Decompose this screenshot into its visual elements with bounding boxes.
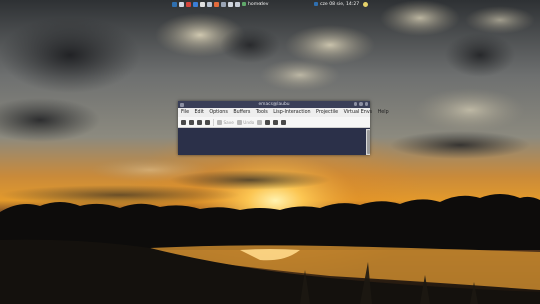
new-file-button[interactable]	[181, 119, 186, 125]
calendar-icon	[314, 2, 318, 6]
toolbar-divider	[213, 118, 214, 126]
workspace-dev[interactable]: dev	[260, 1, 268, 7]
save-button[interactable]: Save	[217, 119, 234, 125]
system-tray	[172, 0, 240, 8]
menu-options[interactable]: Options	[209, 110, 228, 115]
copy-icon	[265, 119, 271, 125]
workspace-home[interactable]: home	[242, 1, 261, 7]
clock-area: cze 08 sie, 14:27	[314, 1, 369, 7]
tray-app-icon[interactable]	[207, 1, 212, 7]
undo-icon	[236, 119, 242, 125]
window-menu-icon[interactable]	[180, 102, 184, 107]
window-titlebar[interactable]: emacs@laubu	[178, 101, 370, 108]
search-icon	[281, 119, 287, 125]
minimize-icon[interactable]	[353, 102, 357, 106]
directory-icon	[197, 119, 202, 125]
folder-icon	[189, 119, 194, 125]
clock[interactable]: cze 08 sie, 14:27	[320, 2, 359, 7]
tray-app-icon[interactable]	[221, 1, 226, 7]
copy-button[interactable]	[265, 119, 271, 125]
tray-app-icon[interactable]	[193, 1, 198, 7]
tray-app-icon[interactable]	[235, 1, 240, 7]
menu-tools[interactable]: Tools	[256, 110, 268, 115]
paste-button[interactable]	[273, 119, 279, 125]
tray-app-icon[interactable]	[228, 1, 233, 7]
tray-app-icon[interactable]	[186, 1, 191, 7]
paste-icon	[273, 119, 279, 125]
workspace-icon	[242, 2, 246, 6]
new-file-icon	[181, 119, 186, 125]
power-icon[interactable]	[363, 1, 369, 7]
menu-virtual-envs[interactable]: Virtual Envs	[344, 110, 373, 115]
editor-buffer[interactable]	[178, 129, 366, 155]
tray-app-icon[interactable]	[214, 1, 219, 7]
dired-button[interactable]	[197, 119, 202, 125]
close-icon[interactable]	[364, 102, 368, 106]
cut-button[interactable]	[257, 119, 263, 125]
menu-file[interactable]: File	[181, 110, 189, 115]
save-label: Save	[223, 119, 234, 125]
workspace-label: dev	[260, 1, 269, 7]
tray-app-icon[interactable]	[200, 1, 205, 7]
menu-buffers[interactable]: Buffers	[233, 110, 250, 115]
menu-help[interactable]: Help	[378, 110, 389, 115]
toolbar: Save Undo	[178, 117, 370, 128]
kill-buffer-button[interactable]	[205, 119, 210, 125]
window-title: emacs@laubu	[258, 102, 290, 107]
emacs-window: emacs@laubu File Edit Options Buffers To…	[178, 101, 389, 155]
menu-lisp-interaction[interactable]: Lisp-Interaction	[273, 110, 310, 115]
menu-projectile[interactable]: Projectile	[316, 110, 338, 115]
top-panel: home dev cze 08 sie, 14:27	[0, 0, 540, 8]
scrollbar-thumb[interactable]	[366, 130, 370, 154]
undo-label: Undo	[243, 119, 255, 125]
tray-app-icon[interactable]	[179, 1, 184, 7]
undo-button[interactable]: Undo	[236, 119, 255, 125]
window-controls	[353, 102, 368, 106]
menu-edit[interactable]: Edit	[195, 110, 204, 115]
save-icon	[217, 119, 222, 125]
tray-app-icon[interactable]	[172, 1, 177, 7]
menu-bar: File Edit Options Buffers Tools Lisp-Int…	[178, 108, 389, 117]
cut-icon	[257, 119, 263, 125]
vertical-scrollbar[interactable]	[366, 129, 370, 155]
open-file-button[interactable]	[189, 119, 194, 125]
close-buffer-icon	[205, 119, 210, 125]
search-button[interactable]	[281, 119, 287, 125]
maximize-icon[interactable]	[359, 102, 363, 106]
